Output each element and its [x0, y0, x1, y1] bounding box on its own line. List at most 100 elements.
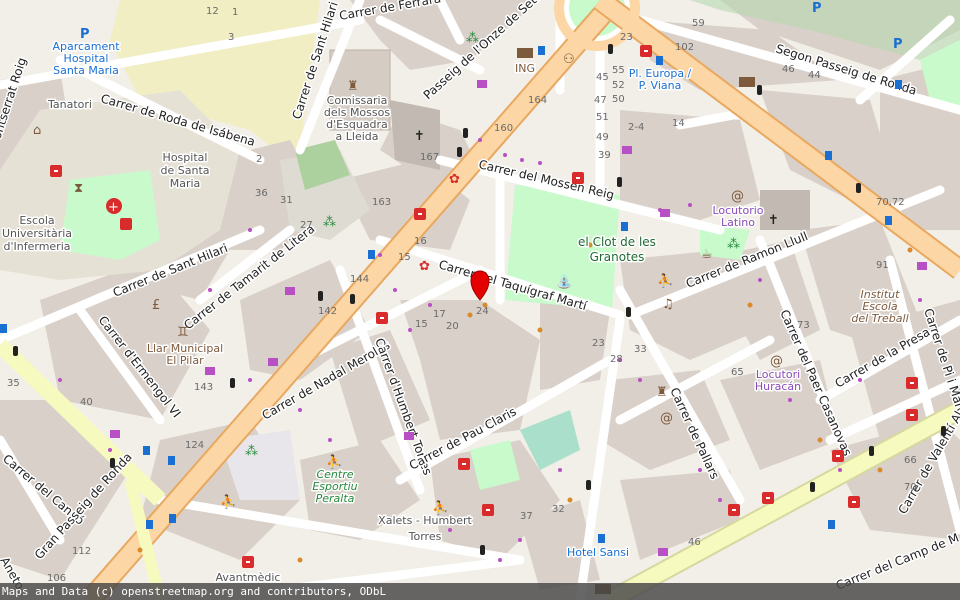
svg-text:163: 163 [372, 197, 391, 208]
svg-text:59: 59 [692, 18, 705, 29]
svg-text:46: 46 [688, 537, 701, 548]
svg-text:2: 2 [256, 154, 262, 165]
svg-text:12: 12 [206, 6, 219, 17]
community-icon: ♊ [177, 325, 189, 340]
svg-text:23: 23 [592, 338, 605, 349]
sport-icon: ⛹ [657, 272, 673, 289]
police-icon: ♜ [347, 79, 359, 94]
bank-icon [517, 48, 533, 58]
label-pl-europa-2: P. Viana [639, 79, 682, 92]
label-ing: ING [515, 62, 535, 75]
svg-text:142: 142 [318, 306, 337, 317]
svg-text:70: 70 [904, 482, 917, 493]
svg-text:17: 17 [433, 309, 446, 320]
svg-text:144: 144 [350, 274, 369, 285]
map-attribution[interactable]: Maps and Data (c) openstreetmap.org and … [0, 583, 960, 600]
label-locutorio-2: Latino [721, 216, 755, 229]
church-icon: ✝ [414, 129, 425, 144]
svg-text:37: 37 [520, 511, 533, 522]
cafe-icon: ☕ [701, 247, 713, 262]
svg-text:2-4: 2-4 [628, 122, 644, 133]
map-view[interactable]: Carrer de Ferrara Carrer de Sant Hilari … [0, 0, 960, 600]
svg-text:32: 32 [552, 504, 565, 515]
playground-icon: ⁂ [727, 237, 740, 252]
svg-text:44: 44 [808, 70, 821, 81]
svg-text:65: 65 [731, 367, 744, 378]
internet-icon: @ [660, 411, 673, 426]
svg-text:3: 3 [228, 32, 234, 43]
label-hospital-1: Hospital [163, 151, 208, 164]
svg-text:36: 36 [255, 188, 268, 199]
svg-text:167: 167 [420, 152, 439, 163]
drinking-water-icon: ⛲ [556, 274, 572, 290]
svg-text:70,72: 70,72 [876, 197, 905, 208]
svg-text:49: 49 [596, 132, 609, 143]
label-tanatori: Tanatori [47, 98, 92, 111]
parking-icon: P [812, 1, 822, 16]
toilets-icon: ⚇ [563, 52, 575, 67]
label-escola-1: Escola [19, 214, 54, 227]
veterinary-icon: ✿ [419, 259, 430, 274]
label-xalets-2: Torres [408, 530, 442, 543]
svg-text:66: 66 [904, 455, 917, 466]
parking-icon: P [80, 27, 90, 42]
svg-text:52: 52 [612, 80, 625, 91]
label-xalets-1: Xalets - Humbert [378, 514, 472, 527]
sport-icon: ⛹ [220, 493, 236, 510]
playground-icon: ⁂ [323, 215, 336, 230]
label-clot-granotes-1: el Clot de les [578, 235, 656, 249]
hourglass-icon: ⧗ [74, 181, 83, 196]
label-aparcament-3: Santa Maria [53, 64, 119, 77]
svg-text:102: 102 [675, 42, 694, 53]
svg-text:73: 73 [797, 320, 810, 331]
internet-icon: @ [731, 189, 744, 204]
svg-text:55: 55 [612, 65, 625, 76]
map-canvas[interactable]: Carrer de Ferrara Carrer de Sant Hilari … [0, 0, 960, 600]
funeral-icon: ⌂ [33, 123, 41, 138]
svg-text:40: 40 [80, 397, 93, 408]
hospital-cross-icon: + [108, 200, 119, 215]
sport-icon: ⛹ [326, 453, 342, 470]
svg-text:160: 160 [494, 123, 513, 134]
sport-icon: ⛹ [432, 499, 448, 516]
playground-icon: ⁂ [245, 444, 258, 459]
svg-text:27: 27 [300, 220, 313, 231]
svg-text:39: 39 [598, 150, 611, 161]
svg-text:164: 164 [528, 95, 547, 106]
money-icon: £ [152, 298, 160, 313]
svg-text:20: 20 [446, 321, 459, 332]
svg-text:23: 23 [620, 32, 633, 43]
internet-icon: @ [770, 354, 783, 369]
parking-icon: P [893, 37, 903, 52]
svg-text:24: 24 [476, 306, 489, 317]
svg-text:16: 16 [414, 236, 427, 247]
svg-text:35: 35 [7, 378, 20, 389]
label-hospital-3: Maria [170, 177, 201, 190]
svg-text:15: 15 [398, 252, 411, 263]
label-hotel-sansi: Hotel Sansi [567, 546, 629, 559]
svg-text:47: 47 [594, 95, 607, 106]
label-hospital-2: de Santa [161, 164, 210, 177]
svg-text:112: 112 [72, 546, 91, 557]
svg-text:28: 28 [610, 354, 623, 365]
church-icon: ✝ [768, 213, 779, 228]
playground-icon: ⁂ [466, 31, 479, 46]
bank-icon [739, 77, 755, 87]
svg-text:51: 51 [596, 112, 609, 123]
label-comissaria-4: a Lleida [336, 130, 379, 143]
label-escola-2: Universitària [2, 227, 72, 240]
label-huracan-2: Huracán [755, 380, 801, 393]
svg-text:45: 45 [596, 72, 609, 83]
veterinary-icon: ✿ [449, 172, 460, 187]
label-escola-3: d'Infermeria [4, 240, 71, 253]
svg-text:50: 50 [612, 94, 625, 105]
svg-text:91: 91 [876, 260, 889, 271]
label-llar-2: El Pilar [166, 354, 204, 367]
svg-text:15: 15 [415, 319, 428, 330]
svg-text:124: 124 [185, 440, 204, 451]
label-clot-granotes-2: Granotes [590, 250, 645, 264]
svg-text:33: 33 [634, 344, 647, 355]
svg-text:46: 46 [782, 64, 795, 75]
label-institut-3: del Treball [851, 312, 908, 325]
music-icon: ♫ [662, 297, 674, 312]
